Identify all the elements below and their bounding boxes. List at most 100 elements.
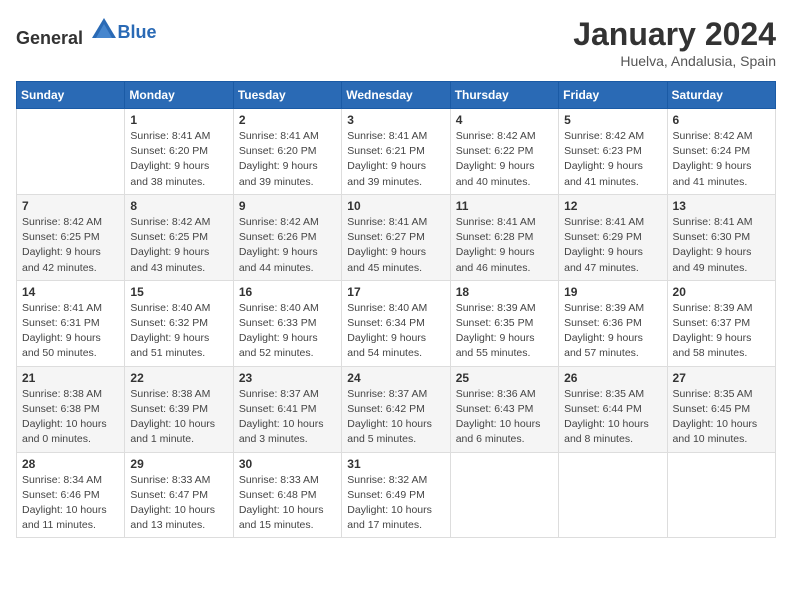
- calendar-day-cell: 2 Sunrise: 8:41 AMSunset: 6:20 PMDaylight…: [233, 109, 341, 195]
- page-header: General Blue January 2024 Huelva, Andalu…: [16, 16, 776, 69]
- day-info: Sunrise: 8:42 AMSunset: 6:24 PMDaylight:…: [673, 129, 770, 190]
- calendar-week-row: 7 Sunrise: 8:42 AMSunset: 6:25 PMDaylight…: [17, 194, 776, 280]
- calendar-day-cell: 14Sunrise: 8:41 AMSunset: 6:31 PMDayligh…: [17, 280, 125, 366]
- weekday-header-cell: Monday: [125, 82, 233, 109]
- day-info: Sunrise: 8:33 AMSunset: 6:48 PMDaylight:…: [239, 473, 336, 534]
- calendar-day-cell: 3 Sunrise: 8:41 AMSunset: 6:21 PMDaylight…: [342, 109, 450, 195]
- calendar-day-cell: 25 Sunrise: 8:36 AMSunset: 6:43 PMDayligh…: [450, 366, 558, 452]
- calendar-day-cell: 10Sunrise: 8:41 AMSunset: 6:27 PMDayligh…: [342, 194, 450, 280]
- day-info: Sunrise: 8:41 AMSunset: 6:21 PMDaylight:…: [347, 129, 444, 190]
- day-number: 23: [239, 371, 336, 385]
- day-number: 30: [239, 457, 336, 471]
- day-info: Sunrise: 8:42 AMSunset: 6:23 PMDaylight:…: [564, 129, 661, 190]
- calendar-day-cell: [559, 452, 667, 538]
- day-number: 26: [564, 371, 661, 385]
- calendar-day-cell: 17 Sunrise: 8:40 AMSunset: 6:34 PMDayligh…: [342, 280, 450, 366]
- day-info: Sunrise: 8:39 AMSunset: 6:35 PMDaylight:…: [456, 301, 553, 362]
- day-info: Sunrise: 8:38 AMSunset: 6:39 PMDaylight:…: [130, 387, 227, 448]
- logo: General Blue: [16, 16, 157, 49]
- day-info: Sunrise: 8:42 AMSunset: 6:25 PMDaylight:…: [22, 215, 119, 276]
- calendar-day-cell: 9 Sunrise: 8:42 AMSunset: 6:26 PMDaylight…: [233, 194, 341, 280]
- calendar-body: 1 Sunrise: 8:41 AMSunset: 6:20 PMDaylight…: [17, 109, 776, 538]
- day-info: Sunrise: 8:33 AMSunset: 6:47 PMDaylight:…: [130, 473, 227, 534]
- calendar-day-cell: 22 Sunrise: 8:38 AMSunset: 6:39 PMDayligh…: [125, 366, 233, 452]
- day-number: 4: [456, 113, 553, 127]
- title-block: January 2024 Huelva, Andalusia, Spain: [573, 16, 776, 69]
- day-number: 20: [673, 285, 770, 299]
- calendar-day-cell: 15Sunrise: 8:40 AMSunset: 6:32 PMDayligh…: [125, 280, 233, 366]
- calendar-day-cell: 8 Sunrise: 8:42 AMSunset: 6:25 PMDaylight…: [125, 194, 233, 280]
- day-number: 22: [130, 371, 227, 385]
- day-number: 7: [22, 199, 119, 213]
- day-number: 3: [347, 113, 444, 127]
- calendar-day-cell: 20Sunrise: 8:39 AMSunset: 6:37 PMDayligh…: [667, 280, 775, 366]
- calendar-day-cell: 4 Sunrise: 8:42 AMSunset: 6:22 PMDaylight…: [450, 109, 558, 195]
- weekday-header-cell: Friday: [559, 82, 667, 109]
- day-number: 1: [130, 113, 227, 127]
- weekday-header-cell: Sunday: [17, 82, 125, 109]
- calendar-day-cell: 12 Sunrise: 8:41 AMSunset: 6:29 PMDayligh…: [559, 194, 667, 280]
- weekday-header-cell: Thursday: [450, 82, 558, 109]
- day-info: Sunrise: 8:32 AMSunset: 6:49 PMDaylight:…: [347, 473, 444, 534]
- calendar-week-row: 21Sunrise: 8:38 AMSunset: 6:38 PMDayligh…: [17, 366, 776, 452]
- day-number: 25: [456, 371, 553, 385]
- calendar-day-cell: 23 Sunrise: 8:37 AMSunset: 6:41 PMDayligh…: [233, 366, 341, 452]
- day-info: Sunrise: 8:37 AMSunset: 6:41 PMDaylight:…: [239, 387, 336, 448]
- day-info: Sunrise: 8:38 AMSunset: 6:38 PMDaylight:…: [22, 387, 119, 448]
- day-number: 28: [22, 457, 119, 471]
- logo-general: General: [16, 28, 83, 48]
- calendar-day-cell: [17, 109, 125, 195]
- day-number: 24: [347, 371, 444, 385]
- calendar-day-cell: 28 Sunrise: 8:34 AMSunset: 6:46 PMDayligh…: [17, 452, 125, 538]
- calendar-day-cell: [667, 452, 775, 538]
- day-number: 12: [564, 199, 661, 213]
- weekday-header-cell: Saturday: [667, 82, 775, 109]
- calendar-week-row: 1 Sunrise: 8:41 AMSunset: 6:20 PMDaylight…: [17, 109, 776, 195]
- location-title: Huelva, Andalusia, Spain: [573, 53, 776, 69]
- day-info: Sunrise: 8:42 AMSunset: 6:22 PMDaylight:…: [456, 129, 553, 190]
- calendar-day-cell: 26 Sunrise: 8:35 AMSunset: 6:44 PMDayligh…: [559, 366, 667, 452]
- calendar-day-cell: 19 Sunrise: 8:39 AMSunset: 6:36 PMDayligh…: [559, 280, 667, 366]
- calendar-day-cell: 1 Sunrise: 8:41 AMSunset: 6:20 PMDaylight…: [125, 109, 233, 195]
- calendar-day-cell: 5 Sunrise: 8:42 AMSunset: 6:23 PMDaylight…: [559, 109, 667, 195]
- day-number: 31: [347, 457, 444, 471]
- day-info: Sunrise: 8:41 AMSunset: 6:20 PMDaylight:…: [130, 129, 227, 190]
- calendar-header-row: SundayMondayTuesdayWednesdayThursdayFrid…: [17, 82, 776, 109]
- day-info: Sunrise: 8:41 AMSunset: 6:20 PMDaylight:…: [239, 129, 336, 190]
- day-number: 19: [564, 285, 661, 299]
- day-number: 5: [564, 113, 661, 127]
- calendar-day-cell: 30 Sunrise: 8:33 AMSunset: 6:48 PMDayligh…: [233, 452, 341, 538]
- day-number: 10: [347, 199, 444, 213]
- day-info: Sunrise: 8:42 AMSunset: 6:25 PMDaylight:…: [130, 215, 227, 276]
- day-number: 29: [130, 457, 227, 471]
- day-number: 8: [130, 199, 227, 213]
- day-info: Sunrise: 8:34 AMSunset: 6:46 PMDaylight:…: [22, 473, 119, 534]
- day-info: Sunrise: 8:40 AMSunset: 6:33 PMDaylight:…: [239, 301, 336, 362]
- day-number: 13: [673, 199, 770, 213]
- calendar-week-row: 28 Sunrise: 8:34 AMSunset: 6:46 PMDayligh…: [17, 452, 776, 538]
- weekday-header-cell: Wednesday: [342, 82, 450, 109]
- day-number: 2: [239, 113, 336, 127]
- calendar-day-cell: 31 Sunrise: 8:32 AMSunset: 6:49 PMDayligh…: [342, 452, 450, 538]
- logo-icon: [90, 16, 118, 44]
- day-info: Sunrise: 8:41 AMSunset: 6:30 PMDaylight:…: [673, 215, 770, 276]
- calendar-week-row: 14Sunrise: 8:41 AMSunset: 6:31 PMDayligh…: [17, 280, 776, 366]
- calendar-day-cell: 6Sunrise: 8:42 AMSunset: 6:24 PMDaylight…: [667, 109, 775, 195]
- day-info: Sunrise: 8:40 AMSunset: 6:34 PMDaylight:…: [347, 301, 444, 362]
- day-info: Sunrise: 8:42 AMSunset: 6:26 PMDaylight:…: [239, 215, 336, 276]
- calendar-table: SundayMondayTuesdayWednesdayThursdayFrid…: [16, 81, 776, 538]
- day-info: Sunrise: 8:39 AMSunset: 6:36 PMDaylight:…: [564, 301, 661, 362]
- day-number: 17: [347, 285, 444, 299]
- day-info: Sunrise: 8:36 AMSunset: 6:43 PMDaylight:…: [456, 387, 553, 448]
- calendar-day-cell: [450, 452, 558, 538]
- day-info: Sunrise: 8:41 AMSunset: 6:29 PMDaylight:…: [564, 215, 661, 276]
- day-number: 14: [22, 285, 119, 299]
- month-title: January 2024: [573, 16, 776, 53]
- calendar-day-cell: 21Sunrise: 8:38 AMSunset: 6:38 PMDayligh…: [17, 366, 125, 452]
- day-info: Sunrise: 8:35 AMSunset: 6:45 PMDaylight:…: [673, 387, 770, 448]
- day-info: Sunrise: 8:35 AMSunset: 6:44 PMDaylight:…: [564, 387, 661, 448]
- day-info: Sunrise: 8:40 AMSunset: 6:32 PMDaylight:…: [130, 301, 227, 362]
- day-number: 16: [239, 285, 336, 299]
- day-number: 9: [239, 199, 336, 213]
- day-number: 18: [456, 285, 553, 299]
